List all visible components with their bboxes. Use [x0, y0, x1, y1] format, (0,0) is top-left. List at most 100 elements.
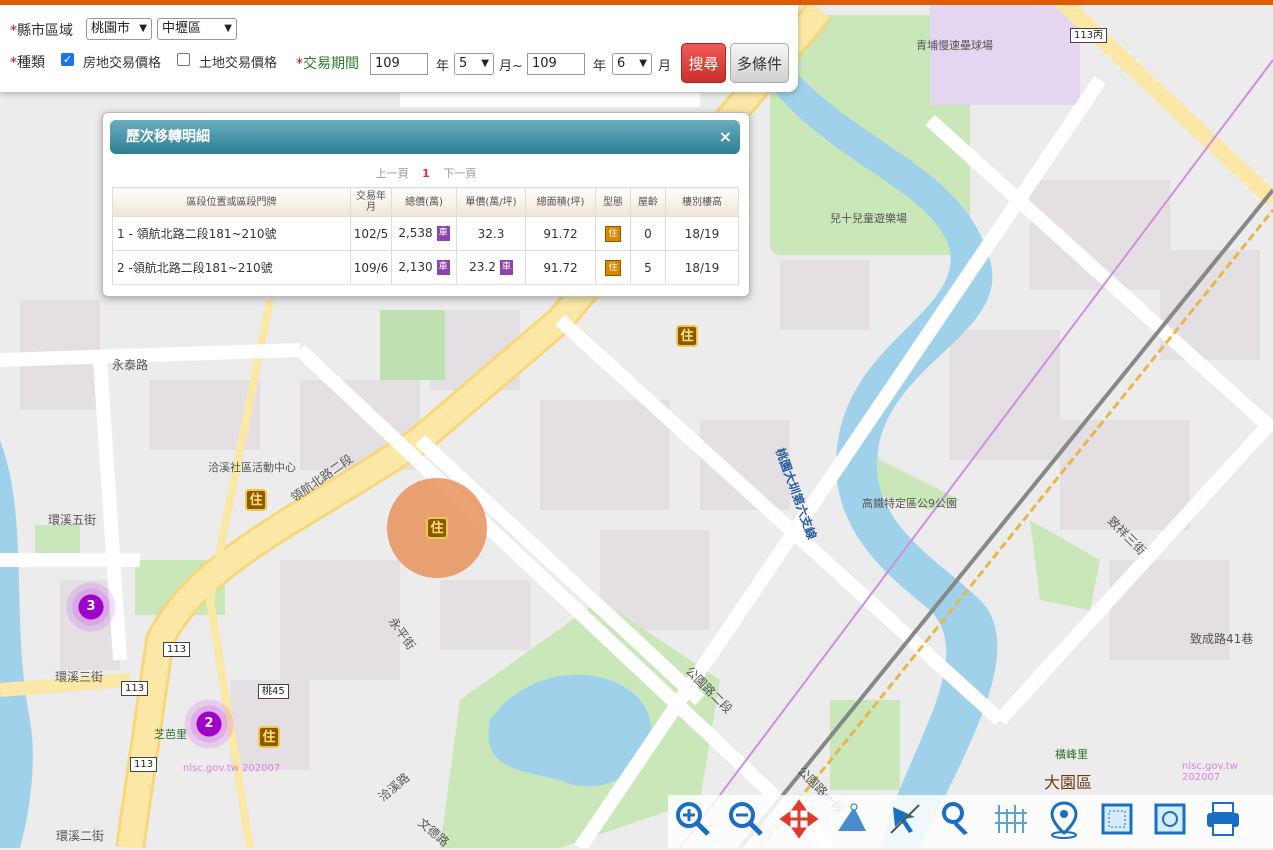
map-label-hengfeng: 橫峰里 — [1055, 748, 1088, 761]
grid-icon[interactable] — [991, 799, 1031, 839]
period-label: *交易期間 — [296, 56, 359, 72]
map-label-qiaxi: 洽溪社區活動中心 — [208, 461, 296, 474]
parking-icon: 車 — [436, 260, 450, 275]
route-shield: 桃45 — [258, 684, 289, 699]
district-select[interactable]: 中壢區 ▼ — [157, 18, 237, 40]
address-cell: 2 -領航北路二段181~210號 — [112, 250, 351, 285]
col-header: 型態 — [595, 187, 631, 217]
land-price-label: 土地交易價格 — [199, 56, 278, 71]
area-cell: 91.72 — [525, 216, 596, 251]
table-header-row: 區段位置或區段門牌 交易年月 總價(萬) 單價(萬/坪) 總面積(坪) 型態 屋… — [112, 187, 739, 217]
map-label-qingpu: 青埔慢速壘球場 — [916, 39, 993, 52]
location-icon[interactable] — [1044, 799, 1084, 839]
map-label-gaotie: 高鐵特定區公9公園 — [862, 497, 957, 510]
identify-icon[interactable] — [938, 799, 978, 839]
route-shield: 113 — [121, 681, 149, 696]
transfer-detail-panel: 歷次移轉明細 × 上一頁 1 下一頁 區段位置或區段門牌 交易年月 總價(萬) … — [102, 112, 750, 297]
advanced-search-button[interactable]: 多條件 — [730, 43, 789, 83]
year-unit: 年 — [436, 59, 450, 74]
current-page: 1 — [422, 167, 430, 180]
date-cell: 102/5 — [350, 216, 392, 251]
from-year-input[interactable]: 109 — [370, 53, 428, 75]
col-header: 總面積(坪) — [525, 187, 596, 217]
month-range-unit: 月~ — [499, 59, 523, 74]
floor-cell: 18/19 — [665, 250, 739, 285]
cluster-marker[interactable]: 2 — [183, 698, 235, 750]
map-label-huanxi2: 環溪二街 — [56, 829, 105, 843]
col-header: 交易年月 — [350, 187, 392, 217]
pagination: 上一頁 1 下一頁 — [103, 165, 749, 181]
transfer-table: 區段位置或區段門牌 交易年月 總價(萬) 單價(萬/坪) 總面積(坪) 型態 屋… — [112, 187, 739, 285]
watermark: nlsc.gov.tw 202007 — [183, 763, 281, 774]
col-header: 區段位置或區段門牌 — [112, 187, 351, 217]
zoom-in-icon[interactable] — [673, 799, 713, 839]
city-select[interactable]: 桃園市 ▼ — [86, 18, 152, 40]
map-toolbar — [668, 795, 1273, 848]
date-cell: 109/6 — [350, 250, 392, 285]
select-icon[interactable] — [885, 799, 925, 839]
from-month-select[interactable]: 5 ▼ — [454, 53, 494, 75]
watermark: nlsc.gov.tw 202007 — [1182, 761, 1238, 783]
house-price-checkbox[interactable]: ✓ — [61, 53, 74, 66]
table-row[interactable]: 2 -領航北路二段181~210號 109/6 2,130 車 23.2 車 91.… — [112, 250, 739, 285]
type-label: *種類 — [10, 55, 45, 71]
full-extent-icon[interactable] — [1150, 799, 1190, 839]
house-marker[interactable]: 住 — [676, 325, 698, 347]
map-label-zhibali: 芝芭里 — [154, 728, 187, 741]
year-unit: 年 — [593, 59, 607, 74]
print-icon[interactable] — [1203, 799, 1243, 839]
region-label: *縣市區域 — [10, 23, 73, 39]
zoom-out-icon[interactable] — [726, 799, 766, 839]
prev-page-link[interactable]: 上一頁 — [376, 167, 409, 180]
floor-cell: 18/19 — [665, 216, 739, 251]
route-shield: 113 — [130, 757, 158, 772]
map-label-huanxi3: 環溪三街 — [55, 670, 104, 684]
month-unit: 月 — [658, 59, 672, 74]
map-label-huanxi5: 環溪五街 — [48, 513, 97, 527]
next-page-link[interactable]: 下一頁 — [443, 167, 476, 180]
pan-icon[interactable] — [779, 799, 819, 839]
map-label-ertong: 兒十兒童遊樂場 — [830, 212, 907, 225]
map-label-zhicheng41: 致成路41巷 — [1190, 632, 1254, 646]
house-price-label: 房地交易價格 — [83, 56, 162, 71]
cluster-marker[interactable]: 3 — [65, 581, 117, 633]
unit-price-cell: 23.2 車 — [456, 250, 526, 285]
chevron-down-icon: ▼ — [639, 58, 647, 69]
route-shield: 113丙 — [1070, 28, 1108, 43]
house-marker[interactable]: 住 — [426, 517, 448, 539]
house-marker[interactable]: 住 — [258, 726, 280, 748]
land-price-checkbox[interactable] — [177, 53, 190, 66]
chevron-down-icon: ▼ — [224, 23, 232, 34]
parking-icon: 車 — [436, 226, 450, 241]
address-cell: 1 - 領航北路二段181~210號 — [112, 216, 351, 251]
residence-icon: 住 — [605, 226, 621, 242]
col-header: 樓別樓高 — [665, 187, 739, 217]
chevron-down-icon: ▼ — [139, 23, 147, 34]
unit-price-cell: 32.3 — [456, 216, 526, 251]
chevron-down-icon: ▼ — [481, 58, 489, 69]
panel-title: 歷次移轉明細 — [126, 129, 210, 145]
table-row[interactable]: 1 - 領航北路二段181~210號 102/5 2,538 車 32.3 91.… — [112, 216, 739, 251]
type-cell: 住 — [595, 250, 631, 285]
col-header: 單價(萬/坪) — [456, 187, 526, 217]
residence-icon: 住 — [605, 260, 621, 276]
house-marker[interactable]: 住 — [245, 489, 267, 511]
total-price-cell: 2,130 車 — [391, 250, 457, 285]
type-cell: 住 — [595, 216, 631, 251]
route-shield: 113 — [163, 642, 191, 657]
map-label-yongtai: 永泰路 — [112, 358, 149, 372]
age-cell: 5 — [630, 250, 666, 285]
col-header: 屋齡 — [630, 187, 666, 217]
total-price-cell: 2,538 車 — [391, 216, 457, 251]
parking-icon: 車 — [499, 260, 513, 275]
col-header: 總價(萬) — [391, 187, 457, 217]
extent-icon[interactable] — [1097, 799, 1137, 839]
to-year-input[interactable]: 109 — [527, 53, 585, 75]
filter-bar: *縣市區域 桃園市 ▼ 中壢區 ▼ *種類 ✓ 房地交易價格 土地交易價格 *交易期… — [0, 0, 1273, 92]
measure-area-icon[interactable] — [832, 799, 872, 839]
close-icon[interactable]: × — [719, 120, 732, 154]
search-button[interactable]: 搜尋 — [681, 43, 726, 83]
to-month-select[interactable]: 6 ▼ — [612, 53, 652, 75]
age-cell: 0 — [630, 216, 666, 251]
area-cell: 91.72 — [525, 250, 596, 285]
